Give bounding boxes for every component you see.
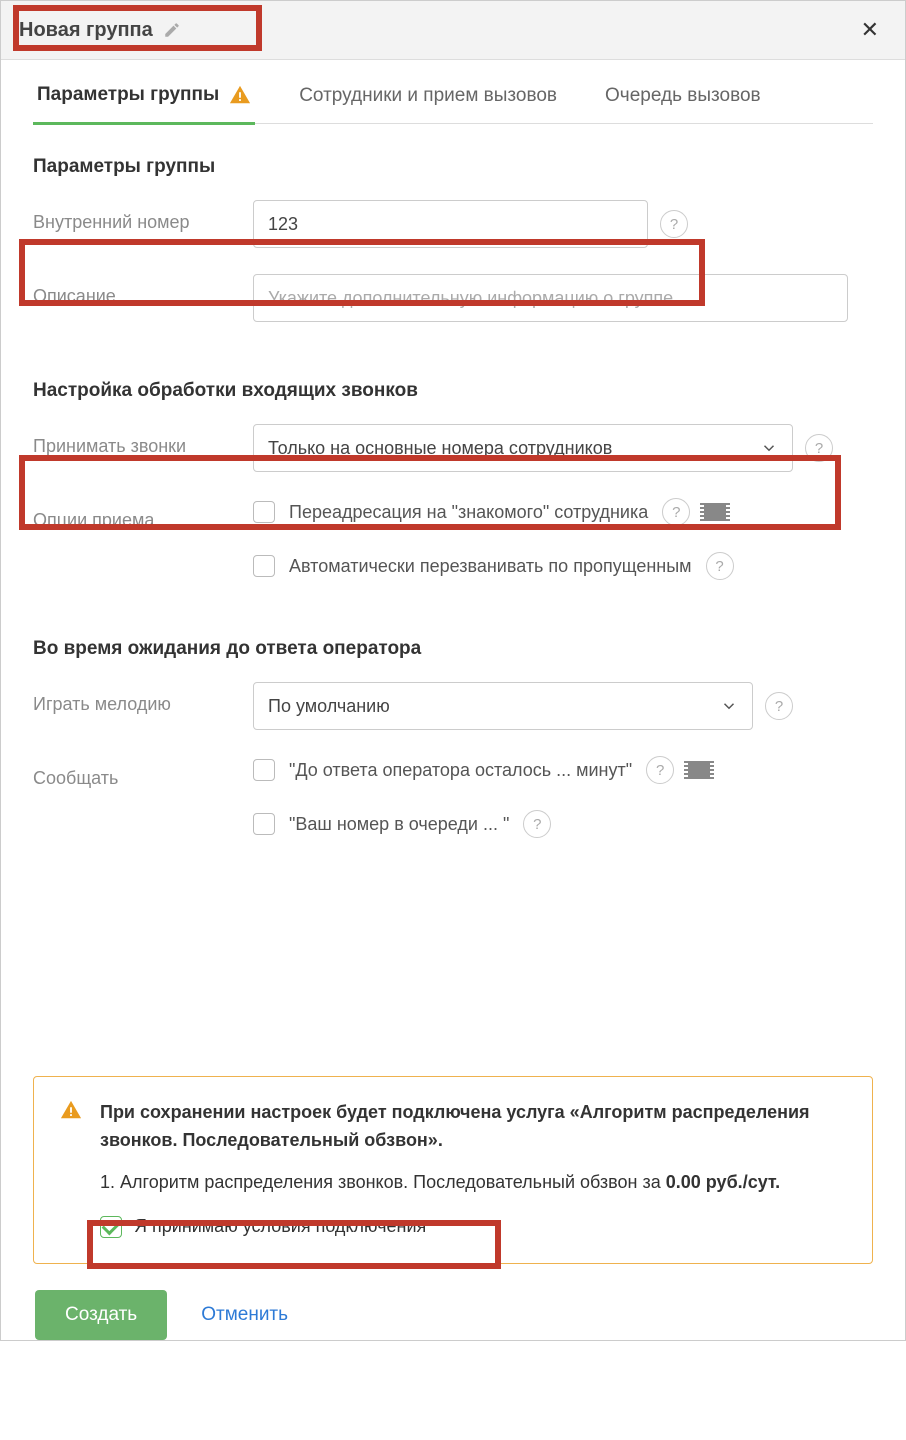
- tab-label: Сотрудники и прием вызовов: [299, 85, 557, 107]
- cancel-button[interactable]: Отменить: [201, 1304, 288, 1326]
- row-description: Описание: [33, 274, 873, 322]
- opt-forward-known: Переадресация на "знакомого" сотрудника …: [253, 498, 873, 526]
- tabs: Параметры группы Сотрудники и прием вызо…: [33, 84, 873, 124]
- checkbox-eta[interactable]: [253, 759, 275, 781]
- label-description: Описание: [33, 274, 253, 307]
- row-receive-options: Опции приема Переадресация на "знакомого…: [33, 498, 873, 580]
- tab-label: Очередь вызовов: [605, 85, 761, 107]
- description-input[interactable]: [268, 288, 833, 309]
- label-melody: Играть мелодию: [33, 682, 253, 715]
- accept-label: Я принимаю условия подключения: [134, 1213, 426, 1241]
- notice-box: При сохранении настроек будет подключена…: [33, 1076, 873, 1264]
- checkbox-callback[interactable]: [253, 555, 275, 577]
- tab-group-params[interactable]: Параметры группы: [33, 84, 255, 125]
- accept-terms-row: Я принимаю условия подключения: [100, 1213, 846, 1241]
- row-accept-calls: Принимать звонки Только на основные номе…: [33, 424, 873, 472]
- dialog-header: Новая группа ✕: [1, 1, 905, 60]
- create-button[interactable]: Создать: [35, 1290, 167, 1340]
- chevron-down-icon: [720, 697, 738, 715]
- label-accept-calls: Принимать звонки: [33, 424, 253, 457]
- description-input-wrap: [253, 274, 848, 322]
- label-receive-options: Опции приема: [33, 498, 253, 531]
- announce-queue: "Ваш номер в очереди ... " ?: [253, 810, 873, 838]
- opt-label: Переадресация на "знакомого" сотрудника: [289, 502, 648, 523]
- help-callback[interactable]: ?: [706, 552, 734, 580]
- help-accept-calls[interactable]: ?: [805, 434, 833, 462]
- help-internal-number[interactable]: ?: [660, 210, 688, 238]
- select-value: Только на основные номера сотрудников: [268, 438, 612, 459]
- edit-icon[interactable]: [163, 21, 181, 39]
- opt-label: "До ответа оператора осталось ... минут": [289, 760, 632, 781]
- label-internal-number: Внутренний номер: [33, 200, 253, 233]
- tab-label: Параметры группы: [37, 84, 219, 106]
- internal-number-input[interactable]: [268, 214, 633, 235]
- video-icon[interactable]: [688, 761, 710, 779]
- dialog-footer: Создать Отменить: [33, 1264, 873, 1340]
- accept-calls-select[interactable]: Только на основные номера сотрудников: [253, 424, 793, 472]
- opt-auto-callback: Автоматически перезванивать по пропущенн…: [253, 552, 873, 580]
- label-announce: Сообщать: [33, 756, 253, 789]
- dialog-title: Новая группа: [19, 19, 153, 42]
- section-title-hold: Во время ожидания до ответа оператора: [33, 638, 873, 660]
- internal-number-input-wrap: [253, 200, 648, 248]
- help-queue[interactable]: ?: [523, 810, 551, 838]
- section-title-incoming: Настройка обработки входящих звонков: [33, 380, 873, 402]
- help-melody[interactable]: ?: [765, 692, 793, 720]
- checkbox-accept-terms[interactable]: [100, 1216, 122, 1238]
- video-icon[interactable]: [704, 503, 726, 521]
- checkbox-queue[interactable]: [253, 813, 275, 835]
- help-forward[interactable]: ?: [662, 498, 690, 526]
- dialog: Новая группа ✕ Параметры группы Сотрудни…: [0, 0, 906, 1341]
- notice-line1: 1. Алгоритм распределения звонков. После…: [100, 1169, 846, 1197]
- checkbox-forward[interactable]: [253, 501, 275, 523]
- warning-icon: [229, 84, 251, 106]
- section-title-group-params: Параметры группы: [33, 156, 873, 178]
- announce-eta: "До ответа оператора осталось ... минут"…: [253, 756, 873, 784]
- warning-icon: [60, 1099, 82, 1121]
- select-value: По умолчанию: [268, 696, 390, 717]
- opt-label: Автоматически перезванивать по пропущенн…: [289, 556, 692, 577]
- chevron-down-icon: [760, 439, 778, 457]
- close-button[interactable]: ✕: [853, 13, 887, 47]
- row-announce: Сообщать "До ответа оператора осталось .…: [33, 756, 873, 838]
- row-internal-number: Внутренний номер ?: [33, 200, 873, 248]
- row-melody: Играть мелодию По умолчанию ?: [33, 682, 873, 730]
- melody-select[interactable]: По умолчанию: [253, 682, 753, 730]
- opt-label: "Ваш номер в очереди ... ": [289, 814, 509, 835]
- help-eta[interactable]: ?: [646, 756, 674, 784]
- tab-employees[interactable]: Сотрудники и прием вызовов: [295, 84, 561, 123]
- notice-title: При сохранении настроек будет подключена…: [100, 1099, 846, 1155]
- tab-queue[interactable]: Очередь вызовов: [601, 84, 765, 123]
